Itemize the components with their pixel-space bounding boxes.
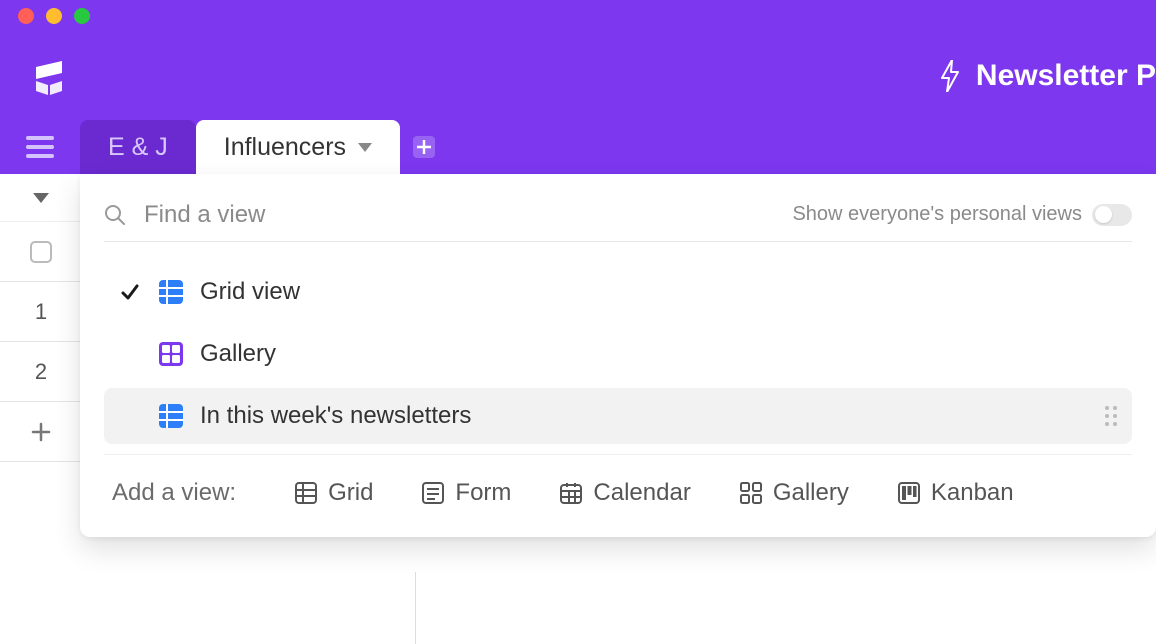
tab-label: E & J [108, 133, 168, 162]
calendar-icon [559, 481, 583, 505]
caret-down-icon [33, 193, 49, 203]
plus-icon [413, 136, 435, 158]
table-tab-influencers[interactable]: Influencers [196, 120, 400, 174]
form-icon [421, 481, 445, 505]
view-item-weekly-newsletters[interactable]: In this week's newsletters [104, 388, 1132, 444]
add-row-button[interactable] [0, 402, 82, 462]
select-all-checkbox[interactable] [0, 222, 82, 282]
row-number[interactable]: 2 [0, 342, 82, 402]
add-view-label: Gallery [773, 479, 849, 507]
view-label: Grid view [200, 278, 300, 306]
add-view-row: Add a view: Grid Form Calendar Gallery K… [104, 455, 1132, 513]
view-label: In this week's newsletters [200, 402, 471, 430]
add-view-form[interactable]: Form [421, 479, 511, 507]
add-view-label: Kanban [931, 479, 1014, 507]
find-view-input[interactable] [144, 201, 774, 229]
window-title-bar [0, 0, 1156, 32]
views-list: Grid view Gallery In this week's newslet… [104, 242, 1132, 455]
add-view-label: Add a view: [112, 479, 236, 507]
row-number-column: 1 2 [0, 174, 82, 644]
view-switcher-caret[interactable] [0, 174, 82, 222]
base-title[interactable]: Newsletter P [976, 59, 1156, 93]
grid-icon [294, 481, 318, 505]
base-logo-icon[interactable] [24, 51, 74, 101]
grid-view-icon [158, 279, 184, 305]
row-number[interactable]: 1 [0, 282, 82, 342]
chevron-down-icon [358, 143, 372, 152]
add-view-gallery[interactable]: Gallery [739, 479, 849, 507]
gallery-view-icon [158, 341, 184, 367]
add-view-calendar[interactable]: Calendar [559, 479, 690, 507]
add-table-button[interactable] [400, 120, 448, 174]
view-item-grid[interactable]: Grid view [104, 264, 1132, 320]
add-view-grid[interactable]: Grid [294, 479, 373, 507]
bolt-icon [940, 60, 960, 92]
gallery-icon [739, 481, 763, 505]
personal-views-toggle-label: Show everyone's personal views [792, 203, 1082, 226]
table-tab-e-and-j[interactable]: E & J [80, 120, 196, 174]
traffic-light-minimize[interactable] [46, 8, 62, 24]
add-view-label: Form [455, 479, 511, 507]
table-tab-strip: E & J Influencers [0, 120, 1156, 174]
toggle-knob [1095, 206, 1112, 223]
drag-handle-icon[interactable] [1104, 405, 1118, 427]
kanban-icon [897, 481, 921, 505]
view-item-gallery[interactable]: Gallery [104, 326, 1132, 382]
add-view-label: Calendar [593, 479, 690, 507]
add-view-kanban[interactable]: Kanban [897, 479, 1014, 507]
app-header: Newsletter P E & J Influencers [0, 32, 1156, 174]
views-dropdown-panel: Show everyone's personal views Grid view… [80, 174, 1156, 537]
traffic-light-close[interactable] [18, 8, 34, 24]
personal-views-toggle[interactable] [1092, 204, 1132, 226]
column-divider [415, 572, 416, 644]
traffic-light-zoom[interactable] [74, 8, 90, 24]
add-view-label: Grid [328, 479, 373, 507]
tab-label: Influencers [224, 133, 346, 162]
check-icon [118, 283, 142, 301]
search-icon [104, 204, 126, 226]
view-label: Gallery [200, 340, 276, 368]
grid-view-icon [158, 403, 184, 429]
hamburger-menu-button[interactable] [0, 120, 80, 174]
